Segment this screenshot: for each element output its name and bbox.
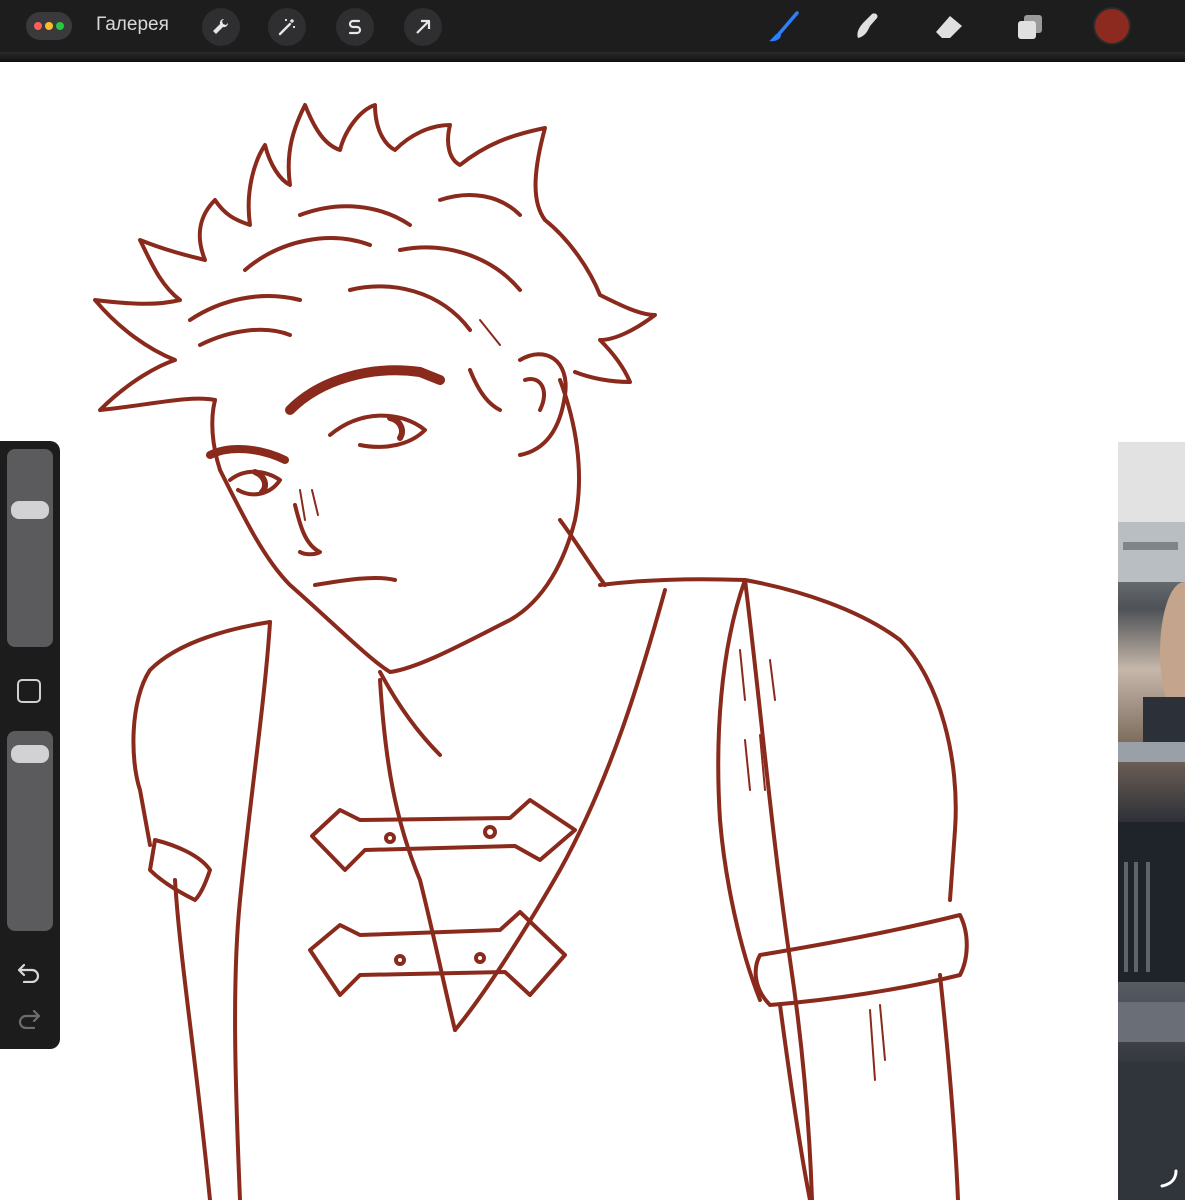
layers-icon	[1018, 15, 1042, 39]
minimize-dot-icon[interactable]	[45, 22, 53, 30]
opacity-thumb[interactable]	[11, 745, 49, 764]
transform-button[interactable]	[404, 8, 442, 46]
brush-tool-button[interactable]	[765, 8, 803, 46]
magic-wand-icon	[278, 19, 295, 36]
reference-photo[interactable]	[1118, 442, 1185, 1200]
smudge-icon	[857, 13, 878, 38]
zoom-dot-icon[interactable]	[56, 22, 64, 30]
left-sidebar	[0, 441, 60, 1049]
character-line-art	[93, 103, 969, 1200]
arrow-transform-icon	[416, 19, 431, 34]
brush-size-slider[interactable]	[7, 449, 53, 647]
actions-button[interactable]	[202, 8, 240, 46]
selection-button[interactable]	[336, 8, 374, 46]
smudge-tool-button[interactable]	[848, 8, 886, 46]
eraser-tool-button[interactable]	[930, 8, 968, 46]
toolbar-shadow	[0, 52, 1185, 62]
redo-icon[interactable]	[16, 1007, 42, 1029]
top-toolbar: Галерея	[0, 0, 1185, 52]
gallery-button[interactable]: Галерея	[96, 14, 169, 36]
wrench-icon	[213, 18, 229, 34]
opacity-slider[interactable]	[7, 731, 53, 931]
layers-button[interactable]	[1012, 8, 1050, 46]
selection-s-icon	[348, 19, 362, 35]
resize-corner-icon[interactable]	[1158, 1168, 1180, 1190]
reference-photo-content	[1118, 442, 1185, 1200]
close-dot-icon[interactable]	[34, 22, 42, 30]
undo-icon[interactable]	[16, 961, 42, 983]
modify-square-button[interactable]	[17, 679, 41, 703]
adjustments-button[interactable]	[268, 8, 306, 46]
drawing-canvas[interactable]	[0, 62, 1185, 1200]
brush-icon	[769, 11, 799, 42]
brush-size-thumb[interactable]	[11, 501, 49, 520]
window-controls[interactable]	[26, 12, 72, 40]
eraser-icon	[936, 16, 962, 38]
color-picker-button[interactable]	[1095, 9, 1129, 43]
